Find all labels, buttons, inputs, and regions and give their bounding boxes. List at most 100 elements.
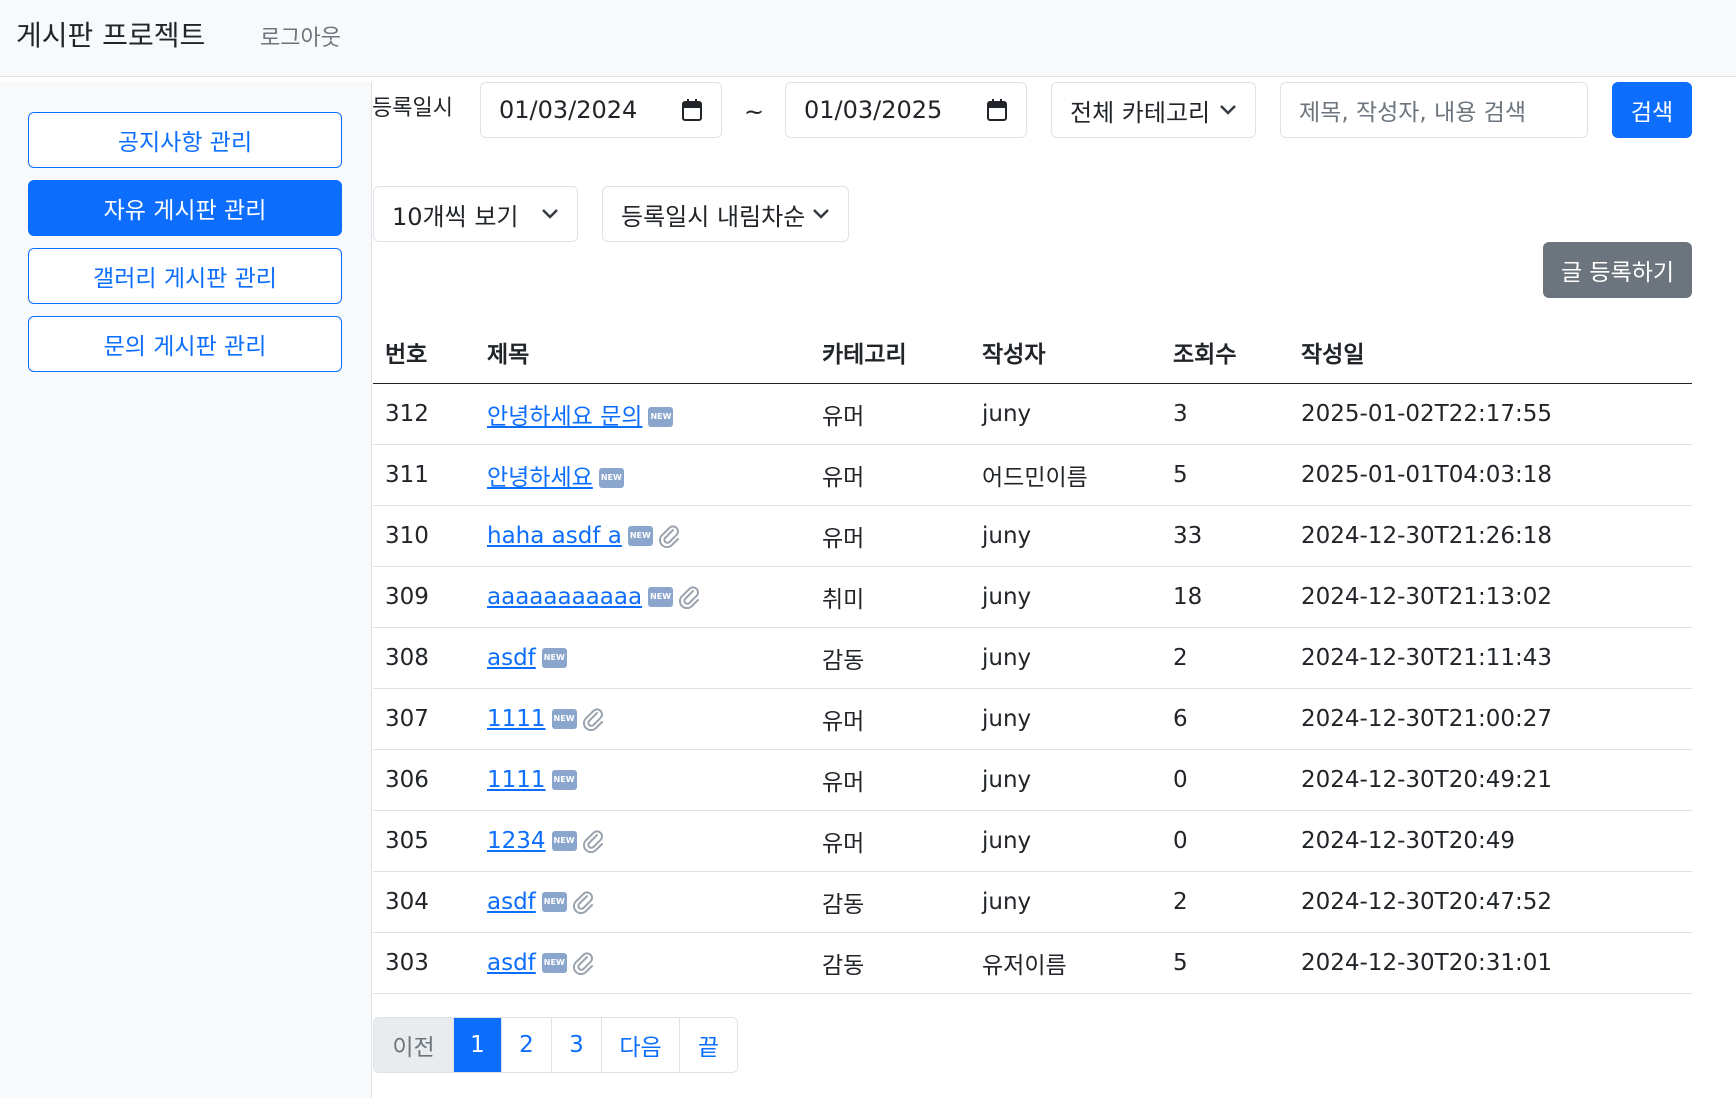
column-header-author: 작성자 xyxy=(970,322,1161,384)
new-badge: NEW xyxy=(648,587,674,607)
new-badge: NEW xyxy=(648,407,674,427)
table-row[interactable]: 309 aaaaaaaaaaa NEW 취미 juny 18 2024-12-30T21:1… xyxy=(373,566,1692,628)
pagination: 이전 1 2 3 다음 끝 xyxy=(373,1017,738,1073)
sidebar-item-free-board[interactable]: 자유 게시판 관리 xyxy=(28,180,342,236)
table-row[interactable]: 308 asdf NEW 감동 juny 2 2024-12-30T21:11:43 xyxy=(373,627,1692,689)
post-title-cell: 안녕하세요 NEW xyxy=(475,444,810,506)
paperclip-icon xyxy=(582,708,603,731)
post-views: 33 xyxy=(1161,505,1289,567)
post-views: 0 xyxy=(1161,749,1289,811)
column-header-views: 조회수 xyxy=(1161,322,1289,384)
pagination-next[interactable]: 다음 xyxy=(602,1018,680,1072)
logout-link[interactable]: 로그아웃 xyxy=(260,20,341,52)
table-row[interactable]: 307 1111 NEW 유머 juny 6 2024-12-30T21:00:27 xyxy=(373,688,1692,750)
end-date-input[interactable]: 01/03/2025 xyxy=(785,82,1027,138)
post-number: 308 xyxy=(373,627,475,689)
chevron-down-icon xyxy=(542,209,558,219)
table-row[interactable]: 312 안녕하세요 문의 NEW 유머 juny 3 2025-01-02T22:17:55 xyxy=(373,383,1692,445)
post-title: asdf xyxy=(487,644,536,671)
post-category: 유머 xyxy=(810,749,970,811)
new-badge: NEW xyxy=(541,953,567,973)
post-title-cell: asdf NEW xyxy=(475,932,810,994)
sidebar-item-notice[interactable]: 공지사항 관리 xyxy=(28,112,342,168)
new-badge: NEW xyxy=(541,648,567,668)
column-header-category: 카테고리 xyxy=(810,322,970,384)
post-author: 어드민이름 xyxy=(970,444,1161,506)
post-category: 유머 xyxy=(810,444,970,506)
post-date: 2024-12-30T20:49:21 xyxy=(1289,749,1692,811)
date-filter-label: 등록일시 xyxy=(372,96,453,121)
post-author: juny xyxy=(970,688,1161,750)
sort-value: 등록일시 내림차순 xyxy=(621,202,806,231)
search-input[interactable]: 제목, 작성자, 내용 검색 xyxy=(1280,82,1588,138)
category-select[interactable]: 전체 카테고리 xyxy=(1051,82,1256,138)
post-number: 309 xyxy=(373,566,475,628)
post-views: 2 xyxy=(1161,871,1289,933)
start-date-input[interactable]: 01/03/2024 xyxy=(480,82,722,138)
post-title-link[interactable]: 1234 NEW xyxy=(487,828,605,854)
pagination-last[interactable]: 끝 xyxy=(680,1018,737,1072)
post-title-link[interactable]: 1111 NEW xyxy=(487,767,577,793)
post-title-link[interactable]: 1111 NEW xyxy=(487,706,605,732)
table-row[interactable]: 304 asdf NEW 감동 juny 2 2024-12-30T20:47:52 xyxy=(373,871,1692,933)
post-category: 유머 xyxy=(810,505,970,567)
post-author: juny xyxy=(970,627,1161,689)
post-number: 310 xyxy=(373,505,475,567)
brand-title[interactable]: 게시판 프로젝트 xyxy=(16,14,205,54)
table-row[interactable]: 310 haha asdf a NEW 유머 juny 33 2024-12-30T21:2… xyxy=(373,505,1692,567)
post-date: 2024-12-30T21:13:02 xyxy=(1289,566,1692,628)
new-badge: NEW xyxy=(627,526,653,546)
calendar-icon[interactable] xyxy=(681,98,703,122)
post-date: 2024-12-30T21:00:27 xyxy=(1289,688,1692,750)
pagination-page[interactable]: 3 xyxy=(552,1018,602,1072)
post-title-link[interactable]: asdf NEW xyxy=(487,950,595,976)
sidebar-item-inquiry-board[interactable]: 문의 게시판 관리 xyxy=(28,316,342,372)
post-title-link[interactable]: 안녕하세요 문의 NEW xyxy=(487,404,674,430)
post-views: 3 xyxy=(1161,383,1289,445)
sidebar: 공지사항 관리 자유 게시판 관리 갤러리 게시판 관리 문의 게시판 관리 xyxy=(0,82,372,1098)
table-row[interactable]: 305 1234 NEW 유머 juny 0 2024-12-30T20:49 xyxy=(373,810,1692,872)
category-select-value: 전체 카테고리 xyxy=(1070,98,1211,127)
post-date: 2024-12-30T21:11:43 xyxy=(1289,627,1692,689)
paperclip-icon xyxy=(572,952,593,975)
pagination-page[interactable]: 1 xyxy=(454,1018,502,1072)
paperclip-icon xyxy=(582,830,603,853)
post-views: 5 xyxy=(1161,932,1289,994)
post-title: asdf xyxy=(487,888,536,915)
write-post-button[interactable]: 글 등록하기 xyxy=(1543,242,1692,298)
sort-select[interactable]: 등록일시 내림차순 xyxy=(602,186,849,242)
post-date: 2025-01-01T04:03:18 xyxy=(1289,444,1692,506)
post-title: 안녕하세요 xyxy=(487,464,593,491)
post-author: juny xyxy=(970,505,1161,567)
post-title-link[interactable]: aaaaaaaaaaa NEW xyxy=(487,584,701,610)
table-row[interactable]: 311 안녕하세요 NEW 유머 어드민이름 5 2025-01-01T04:03:18 xyxy=(373,444,1692,506)
page-size-select[interactable]: 10개씩 보기 xyxy=(373,186,578,242)
post-number: 306 xyxy=(373,749,475,811)
post-number: 305 xyxy=(373,810,475,872)
post-title-cell: 1111 NEW xyxy=(475,688,810,750)
new-badge: NEW xyxy=(551,709,577,729)
date-range-separator: ~ xyxy=(744,98,765,126)
post-title-link[interactable]: asdf NEW xyxy=(487,645,567,671)
post-author: juny xyxy=(970,810,1161,872)
search-placeholder: 제목, 작성자, 내용 검색 xyxy=(1299,100,1526,126)
board-table: 번호 제목 카테고리 작성자 조회수 작성일 312 안녕하세요 문의 NEW 유머 j… xyxy=(373,322,1692,994)
calendar-icon[interactable] xyxy=(986,98,1008,122)
post-author: juny xyxy=(970,871,1161,933)
post-title-link[interactable]: 안녕하세요 NEW xyxy=(487,465,624,491)
post-title-cell: aaaaaaaaaaa NEW xyxy=(475,566,810,628)
post-category: 유머 xyxy=(810,810,970,872)
column-header-title: 제목 xyxy=(475,322,810,384)
end-date-value: 01/03/2025 xyxy=(804,96,943,124)
post-title: 1234 xyxy=(487,827,546,854)
search-button[interactable]: 검색 xyxy=(1612,82,1692,138)
table-row[interactable]: 306 1111 NEW 유머 juny 0 2024-12-30T20:49:21 xyxy=(373,749,1692,811)
sidebar-item-gallery-board[interactable]: 갤러리 게시판 관리 xyxy=(28,248,342,304)
post-title-link[interactable]: haha asdf a NEW xyxy=(487,523,681,549)
pagination-prev[interactable]: 이전 xyxy=(374,1018,454,1072)
post-title-link[interactable]: asdf NEW xyxy=(487,889,595,915)
post-category: 감동 xyxy=(810,871,970,933)
post-title-cell: 1234 NEW xyxy=(475,810,810,872)
pagination-page[interactable]: 2 xyxy=(502,1018,552,1072)
table-row[interactable]: 303 asdf NEW 감동 유저이름 5 2024-12-30T20:31:01 xyxy=(373,932,1692,994)
